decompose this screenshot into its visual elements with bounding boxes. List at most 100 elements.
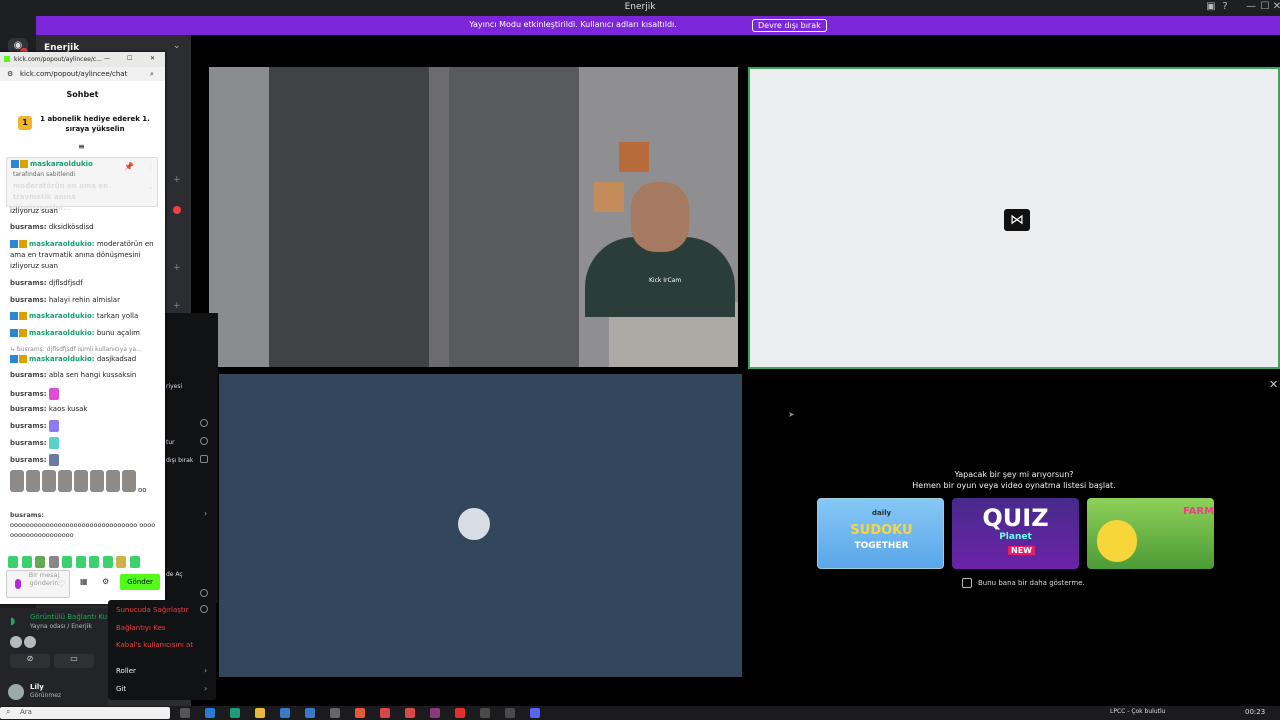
gear-icon[interactable]: ⚙ [102, 577, 109, 586]
avatar[interactable] [8, 684, 24, 700]
discord-taskbar-icon[interactable] [530, 708, 540, 718]
pinned-message[interactable]: maskaraoldukio tarafından sabitlendi mod… [6, 157, 158, 212]
activity-icon[interactable] [24, 636, 36, 648]
zoom-icon[interactable]: ⌕ [150, 70, 154, 79]
menu-item-roles[interactable]: Roller [116, 667, 136, 675]
username[interactable]: busrams: [10, 422, 47, 430]
calculator-icon[interactable] [330, 708, 340, 718]
username[interactable]: maskaraoldukio: [29, 240, 95, 248]
mail-icon[interactable] [305, 708, 315, 718]
edge-icon[interactable] [230, 708, 240, 718]
clock[interactable]: 00:23 [1245, 708, 1265, 716]
file-explorer-icon[interactable] [255, 708, 265, 718]
username[interactable]: maskaraoldukio: [29, 312, 95, 320]
close-button[interactable]: ✕ [150, 55, 155, 62]
username[interactable]: maskaraoldukio: [29, 355, 95, 363]
emote-icon[interactable] [10, 470, 24, 492]
emote-icon[interactable] [26, 470, 40, 492]
send-button[interactable]: Gönder [120, 574, 160, 590]
filter-icon[interactable]: ≡ [78, 142, 85, 151]
gift-sub-prompt[interactable]: 1 abonelik hediye ederek 1. sıraya yükse… [40, 114, 150, 134]
emote-icon[interactable] [48, 388, 59, 400]
emote-icon[interactable] [90, 470, 104, 492]
emote-icon[interactable] [42, 470, 56, 492]
camera-off-button[interactable]: ⊘ [10, 654, 50, 668]
game-card-farm[interactable]: FARM [1087, 498, 1214, 569]
chevron-down-icon[interactable]: ⌄ [147, 182, 154, 191]
emote-icon[interactable] [48, 556, 59, 568]
chat-input[interactable]: Bir mesaj gönderin ☺ [6, 570, 70, 598]
username[interactable]: busrams: [10, 511, 44, 519]
microphone-icon[interactable] [15, 579, 21, 589]
site-settings-icon[interactable]: ⚙ [7, 70, 13, 78]
username[interactable]: busrams: [10, 279, 47, 287]
radio-icon[interactable] [200, 589, 208, 597]
username[interactable]: busrams: [10, 296, 47, 304]
disable-streamer-mode-button[interactable]: Devre dışı bırak [752, 19, 827, 32]
taskbar-app-icon[interactable] [480, 708, 490, 718]
game-card-sudoku[interactable]: daily SUDOKU TOGETHER [817, 498, 944, 569]
username[interactable]: maskaraoldukio: [29, 329, 95, 337]
noise-suppression-icon[interactable] [10, 636, 22, 648]
radio-icon[interactable] [200, 605, 208, 613]
pin-icon[interactable]: 📌 [124, 162, 134, 171]
radio-icon[interactable] [200, 419, 208, 427]
user-avatar-tile[interactable] [219, 374, 742, 677]
close-icon[interactable]: ✕ [1269, 378, 1278, 391]
emote-icon[interactable] [35, 556, 45, 568]
emote-icon[interactable] [106, 470, 120, 492]
help-icon[interactable]: ? [1214, 1, 1236, 12]
emote-icon[interactable] [102, 556, 113, 568]
emote-icon[interactable] [8, 556, 18, 568]
username[interactable]: busrams: [10, 439, 47, 447]
voice-channel[interactable]: Yayna odası / Enerjik [30, 623, 92, 630]
emote-icon[interactable] [122, 470, 136, 492]
taskbar-app-icon[interactable] [430, 708, 440, 718]
chrome-icon[interactable] [380, 708, 390, 718]
task-view-icon[interactable] [180, 708, 190, 718]
pinned-user[interactable]: maskaraoldukio [30, 160, 93, 168]
username[interactable]: busrams: [10, 371, 47, 379]
menu-item-kick-user[interactable]: Kabal's kullanıcısını at [116, 641, 193, 649]
taskbar-app-icon[interactable] [355, 708, 365, 718]
chevron-down-icon[interactable]: ⌄ [173, 41, 181, 51]
kick-stream-tile[interactable]: ⋈ [748, 67, 1280, 369]
store-icon[interactable] [280, 708, 290, 718]
add-channel-icon[interactable]: + [173, 263, 181, 273]
taskbar-app-icon[interactable] [205, 708, 215, 718]
taskbar-app-icon[interactable] [405, 708, 415, 718]
taskbar-search[interactable]: Ara ⌕ [0, 707, 170, 719]
weather-text[interactable]: LPCC - Çok bulutlu [1110, 708, 1165, 715]
emote-icon[interactable] [58, 470, 72, 492]
signal-icon[interactable]: ◗ [10, 616, 15, 627]
add-channel-icon[interactable]: + [173, 301, 181, 311]
radio-icon[interactable] [200, 437, 208, 445]
url-text[interactable]: kick.com/popout/aylincee/chat [20, 70, 127, 78]
emoji-icon[interactable]: ☺ [57, 579, 65, 588]
close-button[interactable]: ✕ [1266, 1, 1280, 12]
menu-item-disconnect[interactable]: Bağlantıyı Kes [116, 624, 165, 632]
username[interactable]: busrams: [10, 223, 47, 231]
checkbox-icon[interactable] [200, 455, 208, 463]
username[interactable]: busrams: [10, 405, 47, 413]
emote-icon[interactable] [89, 556, 99, 568]
username[interactable]: busrams: [10, 390, 47, 398]
emote-icon[interactable] [21, 556, 32, 568]
screen-share-button[interactable]: ▭ [54, 654, 94, 668]
menu-item-go[interactable]: Git [116, 685, 126, 693]
emote-icon[interactable] [75, 556, 86, 568]
emote-icon[interactable] [48, 454, 59, 466]
add-channel-icon[interactable]: + [173, 175, 181, 185]
taskbar-app-icon[interactable] [455, 708, 465, 718]
emote-icon[interactable] [62, 556, 72, 568]
emote-icon[interactable] [116, 556, 126, 568]
minimize-button[interactable]: — [104, 55, 110, 62]
maximize-button[interactable]: ☐ [127, 55, 132, 62]
game-card-quiz[interactable]: QUIZ Planet NEW [952, 498, 1079, 569]
camera-stream-tile[interactable]: Kick IrCam [209, 67, 738, 367]
emote-icon[interactable] [48, 420, 59, 432]
gift-icon[interactable]: ▦ [80, 577, 88, 586]
emote-icon[interactable] [74, 470, 88, 492]
emote-icon[interactable] [129, 556, 140, 568]
dont-show-checkbox[interactable] [962, 578, 972, 588]
